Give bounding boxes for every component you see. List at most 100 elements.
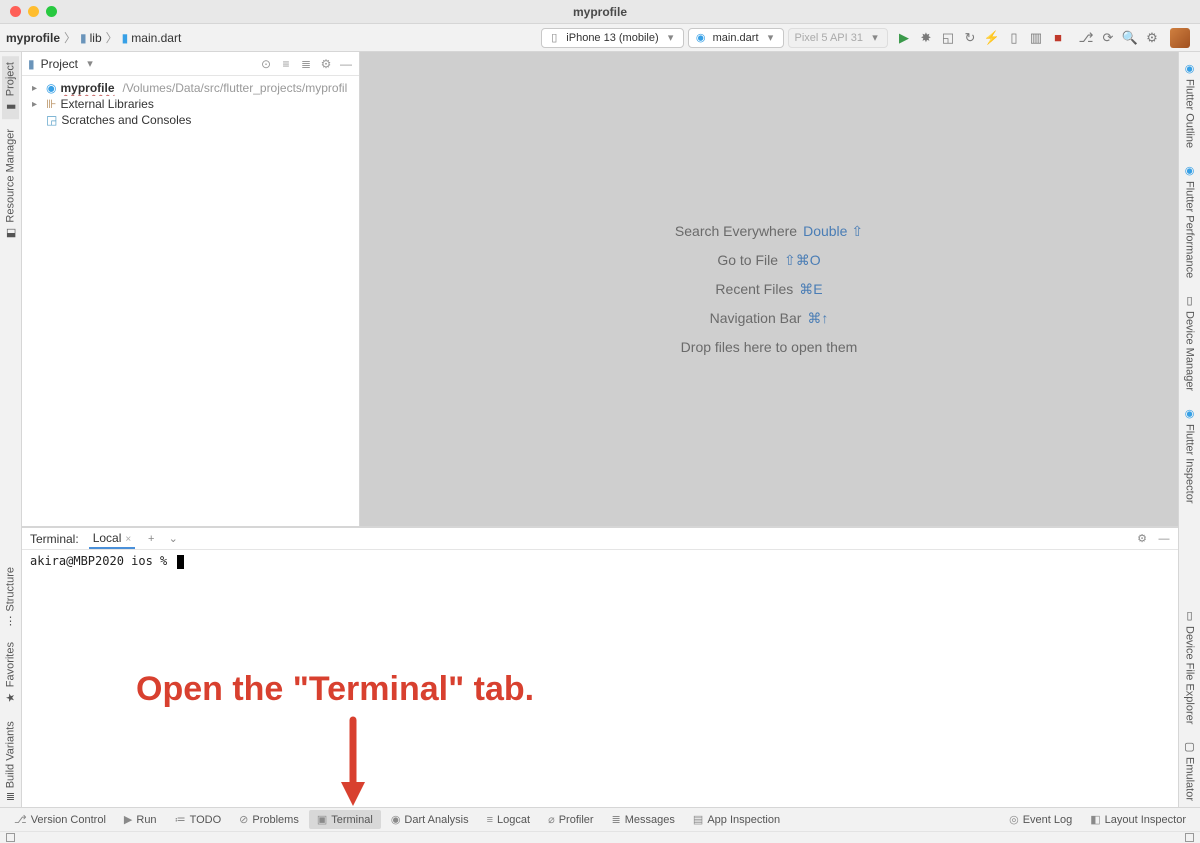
chevron-down-icon: ▾ bbox=[869, 31, 881, 44]
attach-button[interactable]: ▯ bbox=[1006, 30, 1022, 46]
terminal-cursor bbox=[177, 555, 184, 569]
resource-icon: ◧ bbox=[4, 227, 17, 240]
layout-icon: ◧ bbox=[1090, 813, 1100, 826]
bottom-tab-event-log[interactable]: ◎Event Log bbox=[1001, 810, 1080, 829]
right-tab-emulator[interactable]: ▢ Emulator bbox=[1181, 734, 1198, 807]
terminal-menu-icon[interactable]: ⌄ bbox=[167, 532, 179, 545]
project-header: ▮ Project ▾ ⊙ ≡ ≣ ⚙ — bbox=[22, 52, 359, 76]
bottom-tab-version-control[interactable]: ⎇Version Control bbox=[6, 810, 114, 829]
emulator-icon: ▢ bbox=[1183, 740, 1196, 753]
star-icon: ★ bbox=[4, 692, 17, 705]
phone-icon: ▯ bbox=[548, 31, 560, 44]
hide-panel-icon[interactable]: — bbox=[1158, 533, 1170, 545]
chevron-down-icon: ▾ bbox=[765, 31, 777, 44]
project-header-label[interactable]: Project bbox=[41, 57, 78, 71]
bottom-tab-dart-analysis[interactable]: ◉Dart Analysis bbox=[383, 810, 477, 829]
search-icon[interactable]: 🔍 bbox=[1122, 30, 1138, 46]
breadcrumb-item-file[interactable]: ▮ main.dart bbox=[122, 31, 182, 45]
gear-icon[interactable]: ⚙ bbox=[1136, 532, 1148, 545]
bottom-tab-todo[interactable]: ≔TODO bbox=[167, 810, 230, 829]
run-button[interactable]: ▶ bbox=[896, 30, 912, 46]
git-icon[interactable]: ⎇ bbox=[1078, 30, 1094, 46]
device-selector[interactable]: ▯ iPhone 13 (mobile) ▾ bbox=[541, 28, 683, 48]
dart-icon: ◉ bbox=[391, 813, 401, 826]
tree-root[interactable]: ▸ ◉ myprofile /Volumes/Data/src/flutter_… bbox=[22, 80, 359, 96]
empty-editor: Search Everywhere Double ⇧ Go to File ⇧⌘… bbox=[360, 52, 1178, 526]
device-icon: ▯ bbox=[1183, 294, 1196, 307]
debug-button[interactable]: ✸ bbox=[918, 30, 934, 46]
hint-search-everywhere: Search Everywhere bbox=[675, 223, 797, 240]
hint-drop-files: Drop files here to open them bbox=[681, 339, 858, 355]
tree-scratches[interactable]: ▸ ◲ Scratches and Consoles bbox=[22, 112, 359, 128]
terminal-body[interactable]: akira@MBP2020 ios % bbox=[22, 550, 1178, 807]
run-config-selector[interactable]: ◉ main.dart ▾ bbox=[688, 28, 784, 48]
folder-icon: ▮ bbox=[80, 31, 87, 45]
left-tab-resource-manager[interactable]: ◧ Resource Manager bbox=[2, 123, 19, 246]
list-icon: ≔ bbox=[175, 813, 186, 826]
inspect-icon: ▤ bbox=[693, 813, 703, 826]
close-icon[interactable]: × bbox=[125, 534, 131, 545]
breadcrumb-item-lib[interactable]: ▮ lib bbox=[80, 31, 102, 45]
titlebar: myprofile bbox=[0, 0, 1200, 24]
bottom-tab-app-inspection[interactable]: ▤App Inspection bbox=[685, 810, 788, 829]
stop-button[interactable]: ■ bbox=[1050, 30, 1066, 46]
new-terminal-button[interactable]: + bbox=[145, 533, 157, 545]
collapse-all-icon[interactable]: ≣ bbox=[299, 57, 313, 71]
flutter-attach-button[interactable]: ▥ bbox=[1028, 30, 1044, 46]
hint-go-to-file: Go to File bbox=[717, 252, 778, 269]
settings-icon[interactable]: ⚙ bbox=[1144, 30, 1160, 46]
main-toolbar: myprofile 〉 ▮ lib 〉 ▮ main.dart ▯ iPhone… bbox=[0, 24, 1200, 52]
right-tab-device-file-explorer[interactable]: ▯ Device File Explorer bbox=[1181, 603, 1198, 730]
status-bar bbox=[0, 831, 1200, 843]
bottom-tab-profiler[interactable]: ⌀Profiler bbox=[540, 810, 601, 829]
coverage-button[interactable]: ◱ bbox=[940, 30, 956, 46]
run-controls: ▶ ✸ ◱ ↻ ⚡ ▯ ▥ ■ bbox=[892, 30, 1070, 46]
user-avatar[interactable] bbox=[1170, 28, 1190, 48]
sync-icon[interactable]: ⟳ bbox=[1100, 30, 1116, 46]
log-icon: ◎ bbox=[1009, 813, 1019, 826]
flutter-icon: ◉ bbox=[1183, 62, 1196, 75]
breadcrumb-item-project[interactable]: myprofile bbox=[6, 31, 60, 45]
hide-panel-icon[interactable]: — bbox=[339, 57, 353, 71]
terminal-header: Terminal: Local× + ⌄ ⚙ — bbox=[22, 528, 1178, 550]
right-tab-flutter-inspector[interactable]: ◉ Flutter Inspector bbox=[1181, 401, 1198, 509]
left-tab-build-variants[interactable]: ≣ Build Variants bbox=[2, 715, 19, 807]
right-tab-flutter-performance[interactable]: ◉ Flutter Performance bbox=[1181, 158, 1198, 284]
terminal-prompt: akira@MBP2020 ios % bbox=[30, 554, 175, 568]
window-title: myprofile bbox=[0, 5, 1200, 19]
device-file-icon: ▯ bbox=[1183, 609, 1196, 622]
project-tree[interactable]: ▸ ◉ myprofile /Volumes/Data/src/flutter_… bbox=[22, 76, 359, 132]
left-tab-favorites[interactable]: ★ Favorites bbox=[2, 636, 19, 710]
flutter-icon: ◉ bbox=[1183, 407, 1196, 420]
chevron-down-icon[interactable]: ▾ bbox=[84, 57, 96, 70]
right-tab-device-manager[interactable]: ▯ Device Manager bbox=[1181, 288, 1198, 397]
branch-icon: ⎇ bbox=[14, 813, 27, 826]
tree-external-libraries[interactable]: ▸ ⊪ External Libraries bbox=[22, 96, 359, 112]
bottom-tab-layout-inspector[interactable]: ◧Layout Inspector bbox=[1082, 810, 1194, 829]
hot-reload-button[interactable]: ⚡ bbox=[984, 30, 1000, 46]
folder-icon: ▮ bbox=[4, 100, 17, 113]
left-tab-project[interactable]: ▮ Project bbox=[2, 56, 19, 119]
dart-file-icon: ▮ bbox=[122, 31, 129, 45]
expand-all-icon[interactable]: ≡ bbox=[279, 57, 293, 71]
left-tab-structure[interactable]: ⋮ Structure bbox=[2, 561, 19, 633]
profiler-icon: ⌀ bbox=[548, 813, 555, 826]
flutter-project-icon: ◉ bbox=[46, 81, 56, 95]
bottom-tab-logcat[interactable]: ≡Logcat bbox=[479, 811, 538, 829]
left-tool-gutter: ▮ Project ◧ Resource Manager ⋮ Structure… bbox=[0, 52, 22, 807]
bottom-tab-problems[interactable]: ⊘Problems bbox=[231, 810, 307, 829]
terminal-tab-local[interactable]: Local× bbox=[89, 529, 136, 549]
variants-icon: ≣ bbox=[6, 790, 15, 803]
right-tab-flutter-outline[interactable]: ◉ Flutter Outline bbox=[1181, 56, 1198, 154]
gear-icon[interactable]: ⚙ bbox=[319, 57, 333, 71]
terminal-title: Terminal: bbox=[30, 532, 79, 546]
bottom-tab-terminal[interactable]: ▣Terminal bbox=[309, 810, 381, 829]
status-lock-icon[interactable] bbox=[1185, 833, 1194, 842]
bottom-tab-messages[interactable]: ≣Messages bbox=[604, 810, 683, 829]
bottom-tab-run[interactable]: ▶Run bbox=[116, 810, 165, 829]
select-opened-file-icon[interactable]: ⊙ bbox=[259, 57, 273, 71]
profile-button[interactable]: ↻ bbox=[962, 30, 978, 46]
scratches-icon: ◲ bbox=[46, 113, 57, 127]
hint-nav-bar: Navigation Bar bbox=[710, 310, 802, 327]
status-indicator-icon[interactable] bbox=[6, 833, 15, 842]
